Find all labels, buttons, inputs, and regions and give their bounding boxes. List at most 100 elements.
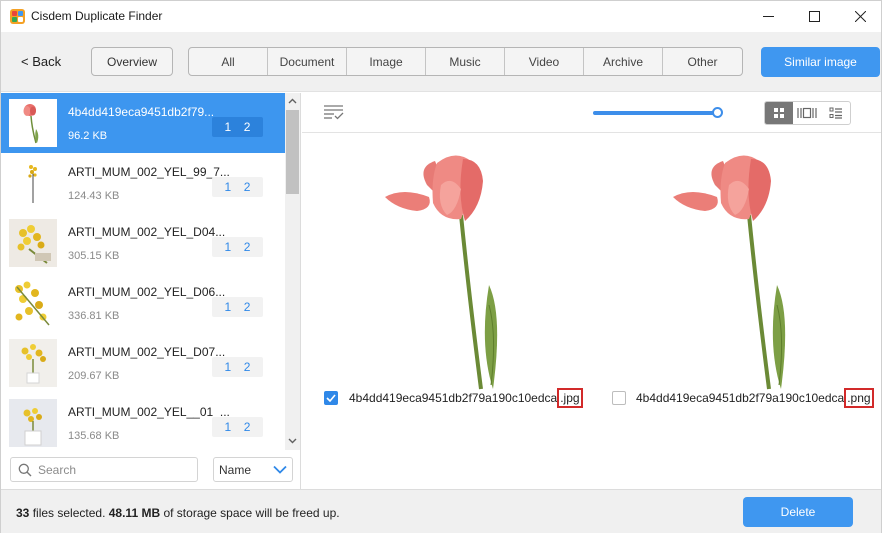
file-type-tabs: All Document Image Music Video Archive O… [188, 47, 743, 76]
count-a: 1 [224, 180, 232, 194]
file-size: 209.67 KB [68, 370, 120, 382]
selection-summary: 33 files selected. 48.11 MB of storage s… [16, 506, 340, 520]
file-thumbnail [9, 339, 57, 387]
overview-button[interactable]: Overview [91, 47, 173, 76]
tab-other[interactable]: Other [663, 48, 742, 75]
file-thumbnail [9, 399, 57, 447]
count-a: 1 [224, 420, 232, 434]
app-window: Cisdem Duplicate Finder < Back Overview … [0, 0, 882, 533]
compare-icon [797, 107, 818, 119]
maximize-button[interactable] [791, 1, 837, 32]
count-b: 2 [243, 120, 251, 134]
file-extension: .png [844, 388, 874, 408]
count-a: 1 [224, 300, 232, 314]
minimize-button[interactable] [745, 1, 791, 32]
duplicate-count: 1 2 [212, 177, 263, 197]
view-mode-switch [764, 101, 851, 125]
search-box [10, 457, 198, 482]
compare-view-button[interactable] [793, 102, 821, 124]
list-item[interactable]: ARTI_MUM_002_YEL_D04... 305.15 KB 1 2 [1, 213, 285, 273]
scroll-down-button[interactable] [286, 434, 299, 448]
file-thumbnail [9, 159, 57, 207]
back-button[interactable]: < Back [21, 49, 61, 75]
file-size: 305.15 KB [68, 250, 120, 262]
preview-toolbar [302, 93, 881, 133]
file-name: ARTI_MUM_002_YEL__01_... [68, 405, 230, 419]
app-logo-icon [10, 9, 25, 24]
close-button[interactable] [837, 1, 882, 32]
count-a: 1 [224, 360, 232, 374]
similar-image-button[interactable]: Similar image [761, 47, 880, 77]
tab-video[interactable]: Video [505, 48, 584, 75]
maximize-icon [808, 11, 820, 22]
duplicate-count: 1 2 [212, 417, 263, 437]
sort-list-icon[interactable] [323, 104, 345, 120]
freed-size-text: of storage space will be freed up. [163, 506, 340, 520]
flower-branch-thumbnail-icon [9, 279, 57, 327]
file-extension: .jpg [557, 388, 583, 408]
tulip-thumbnail-icon [23, 104, 39, 144]
tab-music[interactable]: Music [426, 48, 505, 75]
file-name: ARTI_MUM_002_YEL_99_7... [68, 165, 230, 179]
list-item[interactable]: ARTI_MUM_002_YEL_D07... 209.67 KB 1 2 [1, 333, 285, 393]
file-name: ARTI_MUM_002_YEL_D04... [68, 225, 226, 239]
list-scrollbar-thumb[interactable] [286, 110, 299, 194]
grid-view-button[interactable] [765, 102, 794, 124]
tab-document[interactable]: Document [268, 48, 347, 75]
count-a: 1 [224, 240, 232, 254]
duplicate-count: 1 2 [212, 117, 263, 137]
file-name: 4b4dd419eca9451db2f79... [68, 105, 215, 119]
list-item[interactable]: ARTI_MUM_002_YEL_D06... 336.81 KB 1 2 [1, 273, 285, 333]
count-b: 2 [243, 420, 251, 434]
chevron-up-icon [288, 98, 297, 104]
sort-dropdown[interactable]: Name [213, 457, 293, 482]
file-thumbnail [9, 279, 57, 327]
file-name: ARTI_MUM_002_YEL_D07... [68, 345, 226, 359]
count-b: 2 [243, 180, 251, 194]
window-title: Cisdem Duplicate Finder [31, 9, 163, 23]
tulip-preview-image[interactable] [665, 145, 855, 395]
file-list-pane: 4b4dd419eca9451db2f79... 96.2 KB 1 2 ART… [1, 93, 301, 489]
preview-pane: 4b4dd419eca9451db2f79a190c10edca .jpg 4b4… [302, 93, 881, 489]
checkmark-icon [326, 394, 336, 402]
flower-bunch-thumbnail-icon [9, 219, 57, 267]
minimize-icon [762, 16, 774, 17]
zoom-slider-track[interactable] [593, 111, 717, 115]
title-bar: Cisdem Duplicate Finder [1, 1, 881, 32]
file-list[interactable]: 4b4dd419eca9451db2f79... 96.2 KB 1 2 ART… [1, 93, 285, 450]
list-item[interactable]: ARTI_MUM_002_YEL_99_7... 124.43 KB 1 2 [1, 153, 285, 213]
list-icon [829, 107, 842, 119]
count-a: 1 [224, 120, 232, 134]
file-thumbnail [9, 99, 57, 147]
duplicate-count: 1 2 [212, 297, 263, 317]
zoom-slider-handle[interactable] [712, 107, 723, 118]
duplicate-count: 1 2 [212, 237, 263, 257]
file-label-name: 4b4dd419eca9451db2f79a190c10edca [636, 391, 845, 405]
file-name: ARTI_MUM_002_YEL_D06... [68, 285, 226, 299]
search-input[interactable] [38, 462, 188, 477]
count-b: 2 [243, 300, 251, 314]
chevron-down-icon [273, 465, 287, 474]
file-label: 4b4dd419eca9451db2f79a190c10edca .png [636, 388, 874, 408]
tab-archive[interactable]: Archive [584, 48, 663, 75]
file-checkbox[interactable] [324, 391, 338, 405]
search-icon [18, 463, 32, 476]
grid-icon [774, 108, 785, 118]
status-bar: 33 files selected. 48.11 MB of storage s… [1, 489, 881, 533]
list-view-button[interactable] [822, 102, 850, 124]
flower-stem-thumbnail-icon [9, 159, 57, 207]
tulip-preview-image[interactable] [377, 145, 567, 395]
flower-vase-thumbnail-icon [9, 339, 57, 387]
freed-size: 48.11 MB [108, 506, 161, 520]
file-checkbox[interactable] [612, 391, 626, 405]
scroll-up-button[interactable] [286, 94, 299, 108]
duplicate-count: 1 2 [212, 357, 263, 377]
tab-image[interactable]: Image [347, 48, 426, 75]
list-item[interactable]: ARTI_MUM_002_YEL__01_... 135.68 KB 1 2 [1, 393, 285, 450]
tab-all[interactable]: All [189, 48, 268, 75]
delete-button[interactable]: Delete [743, 497, 853, 527]
file-size: 96.2 KB [68, 130, 108, 142]
list-item[interactable]: 4b4dd419eca9451db2f79... 96.2 KB 1 2 [1, 93, 285, 153]
sort-value: Name [219, 462, 252, 477]
file-size: 124.43 KB [68, 190, 120, 202]
